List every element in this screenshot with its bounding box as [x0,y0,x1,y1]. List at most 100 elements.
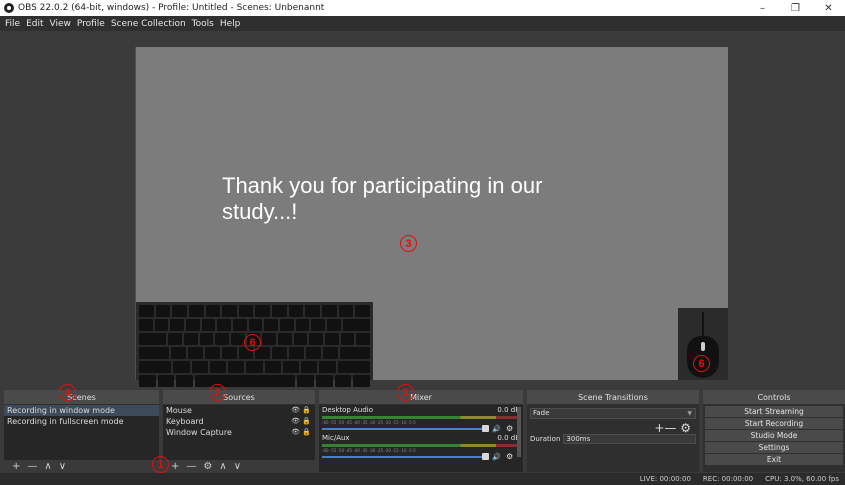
meter-ticks: -60 -55 -50 -45 -40 -35 -30 -25 -20 -15 … [322,420,416,425]
source-name: Mouse [166,406,192,415]
volume-slider-thumb[interactable] [482,453,489,460]
controls-body: Start Streaming Start Recording Studio M… [703,405,845,472]
chevron-down-icon: ▼ [687,410,692,417]
channel-name: Desktop Audio [322,406,373,414]
sources-list: Mouse 👁 🔒 Keyboard 👁 🔒 Window Capture 👁 … [163,405,315,460]
list-item[interactable]: Recording in window mode [4,405,159,416]
remove-scene-button[interactable]: — [27,461,37,472]
marker-mouse: 6 [693,355,710,372]
menu-view[interactable]: View [47,19,74,29]
keyboard-source[interactable]: 6 [136,302,373,387]
speaker-icon[interactable]: 🔊 [492,453,501,461]
list-item[interactable]: Recording in fullscreen mode [4,416,159,427]
transitions-title: Scene Transitions [578,392,648,402]
volume-meter [322,444,520,447]
obs-logo-icon [4,3,14,13]
move-down-button[interactable]: ∨ [234,461,241,472]
close-button[interactable]: ✕ [812,0,845,16]
channel-name: Mic/Aux [322,434,350,442]
mixer-header: Mixer [319,390,523,404]
controls-header: Controls [703,390,845,404]
gear-icon[interactable]: ⚙ [203,461,212,472]
transition-add-remove[interactable]: +— ⚙ [527,422,699,434]
menu-file[interactable]: File [2,19,23,29]
menu-bar: File Edit View Profile Scene Collection … [0,16,845,31]
marker-sources-footer: 1 [152,456,169,473]
source-name: Window Capture [166,428,232,437]
marker-canvas: 3 [400,235,417,252]
controls-dock: Controls Start Streaming Start Recording… [703,390,845,472]
window-title: OBS 22.0.2 (64-bit, windows) - Profile: … [18,3,325,13]
remove-source-button[interactable]: — [186,461,196,472]
menu-tools[interactable]: Tools [189,19,217,29]
title-bar: OBS 22.0.2 (64-bit, windows) - Profile: … [0,0,845,16]
source-name: Keyboard [166,417,204,426]
marker-scenes: 4 [59,384,76,401]
menu-profile[interactable]: Profile [74,19,108,29]
visibility-lock-icon[interactable]: 👁 🔒 [291,405,311,416]
duration-label: Duration [530,435,561,443]
preview-area: Thank you for participating in our study… [0,31,845,387]
list-item[interactable]: Window Capture 👁 🔒 [163,427,315,438]
rec-status: REC: 00:00:00 [702,475,754,483]
studio-mode-button[interactable]: Studio Mode [705,430,843,441]
transitions-header: Scene Transitions [527,390,699,404]
transition-selected: Fade [533,409,550,417]
menu-scene-collection[interactable]: Scene Collection [108,19,189,29]
marker-sources: 2 [209,384,226,401]
move-up-button[interactable]: ∧ [44,461,51,472]
volume-slider-thumb[interactable] [482,425,489,432]
visibility-lock-icon[interactable]: 👁 🔒 [291,416,311,427]
obs-window: OBS 22.0.2 (64-bit, windows) - Profile: … [0,0,845,485]
transitions-dock: Scene Transitions Fade ▼ +— ⚙ Duration 3… [527,390,699,472]
transition-select[interactable]: Fade ▼ [530,408,696,419]
move-down-button[interactable]: ∨ [59,461,66,472]
transitions-body: Fade ▼ +— ⚙ Duration 300ms [527,405,699,472]
gear-icon[interactable]: ⚙ [506,452,513,461]
sources-dock: Sources 2 Mouse 👁 🔒 Keyboard 👁 🔒 Window … [152,384,315,473]
scenes-dock: Scenes 4 Recording in window mode Record… [4,384,159,472]
add-source-button[interactable]: + [171,461,179,472]
scenes-footer: + — ∧ ∨ [4,460,159,472]
controls-title: Controls [757,392,791,402]
exit-button[interactable]: Exit [705,454,843,465]
sources-header: Sources [163,390,315,404]
canvas-text: Thank you for participating in our study… [222,173,543,224]
live-status: LIVE: 00:00:00 [639,475,691,483]
list-item[interactable]: Mouse 👁 🔒 [163,405,315,416]
mixer-scrollbar[interactable] [517,407,521,457]
mixer-channel-mic: Mic/Aux 0.0 dB -60 -55 -50 -45 -40 -35 -… [319,433,523,461]
status-bar: LIVE: 00:00:00 REC: 00:00:00 CPU: 3.0%, … [0,473,845,485]
dock-area: Scenes 4 Recording in window mode Record… [0,384,845,473]
list-item[interactable]: Keyboard 👁 🔒 [163,416,315,427]
cpu-status: CPU: 3.0%, 60.00 fps [765,475,839,483]
marker-mixer: 5 [397,384,414,401]
mixer-channel-desktop: Desktop Audio 0.0 dB -60 -55 -50 -45 -40… [319,405,523,433]
preview-canvas[interactable]: Thank you for participating in our study… [135,47,728,387]
settings-button[interactable]: Settings [705,442,843,453]
duration-row: Duration 300ms [527,434,699,444]
marker-keyboard: 6 [244,334,261,351]
scenes-list: Recording in window mode Recording in fu… [4,405,159,460]
volume-slider[interactable] [322,428,484,430]
minimize-button[interactable]: – [746,0,779,16]
mouse-source[interactable]: 6 [678,308,728,380]
sources-title: Sources [223,392,255,402]
visibility-lock-icon[interactable]: 👁 🔒 [291,427,311,438]
scenes-header: Scenes [4,390,159,404]
sources-footer: + — ⚙ ∧ ∨ [163,460,315,472]
speaker-icon[interactable]: 🔊 [492,425,501,433]
start-streaming-button[interactable]: Start Streaming [705,406,843,417]
meter-ticks: -60 -55 -50 -45 -40 -35 -30 -25 -20 -15 … [322,448,416,453]
maximize-button[interactable]: ❐ [779,0,812,16]
mixer-channels: Desktop Audio 0.0 dB -60 -55 -50 -45 -40… [319,405,523,472]
duration-field[interactable]: 300ms [563,434,696,444]
mixer-dock: Mixer 5 Desktop Audio 0.0 dB -60 -55 -50… [319,384,523,472]
gear-icon[interactable]: ⚙ [506,424,513,433]
menu-help[interactable]: Help [217,19,244,29]
start-recording-button[interactable]: Start Recording [705,418,843,429]
menu-edit[interactable]: Edit [23,19,46,29]
move-up-button[interactable]: ∧ [219,461,226,472]
volume-slider[interactable] [322,456,484,458]
add-scene-button[interactable]: + [12,461,20,472]
